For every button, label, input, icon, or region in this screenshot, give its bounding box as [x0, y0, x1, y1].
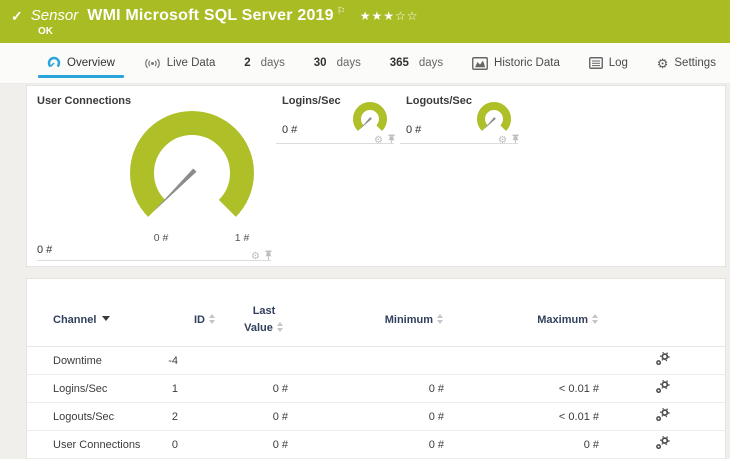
table-row-logouts-sec: Logouts/Sec 2 0 # 0 # < 0.01 #: [27, 403, 725, 431]
col-header-channel[interactable]: Channel: [53, 314, 168, 326]
tab-settings[interactable]: ⚙ Settings: [657, 43, 716, 83]
sort-icon: [592, 313, 599, 324]
channel-last-value: 0 #: [272, 438, 288, 451]
channel-maximum: 0 #: [583, 438, 599, 451]
primary-gauge-divider: [37, 260, 271, 261]
tab-overview[interactable]: Overview: [38, 43, 124, 83]
sensor-title: WMI Microsoft SQL Server 2019: [87, 7, 334, 24]
channel-settings-icon[interactable]: [599, 351, 725, 369]
tab-30-days[interactable]: 30 days: [314, 43, 361, 83]
gauges-panel: User Connections 0 # 1 # 0 # ⚙ Logins/Se…: [26, 85, 726, 267]
primary-gauge-title: User Connections: [37, 95, 132, 107]
logins-gauge-tools: ⚙: [374, 132, 396, 150]
col-header-minimum[interactable]: Minimum: [288, 313, 444, 326]
flag-icon[interactable]: ⚐: [337, 6, 346, 17]
object-kind-label: Sensor: [30, 7, 79, 24]
tab-365-days-number: 365: [389, 57, 409, 69]
sensor-tab-bar: Overview Live Data 2 days 30 days 365 da…: [0, 43, 730, 84]
gauge-icon: [47, 56, 61, 70]
channel-minimum: 0 #: [428, 438, 444, 451]
primary-gauge-max-label: 1 #: [234, 232, 250, 244]
primary-gauge-min-label: 0 #: [153, 232, 169, 244]
primary-gauge-tools: ⚙: [251, 248, 273, 266]
gear-icon: ⚙: [656, 55, 669, 71]
logouts-gauge-value: 0 #: [406, 124, 422, 136]
channel-name-link[interactable]: Logouts/Sec: [53, 411, 168, 423]
gauge-needle: [153, 168, 197, 212]
tab-log[interactable]: Log: [588, 43, 628, 83]
area-chart-icon: [472, 56, 488, 70]
broadcast-icon: [144, 57, 161, 70]
channel-last-value: 0 #: [272, 382, 288, 395]
channel-settings-icon[interactable]: [599, 407, 725, 425]
sort-icon: [209, 313, 216, 324]
channel-id: 0: [171, 438, 178, 451]
channels-table-header: Channel ID Last Value Minimum Maximum: [27, 279, 725, 347]
logouts-gauge-title: Logouts/Sec: [406, 95, 473, 107]
tab-overview-label: Overview: [67, 57, 115, 69]
logins-gauge-value: 0 #: [282, 124, 298, 136]
col-header-last-value[interactable]: Last Value: [216, 303, 288, 336]
channel-settings-icon[interactable]: [599, 435, 725, 453]
channels-table-panel: Channel ID Last Value Minimum Maximum Do…: [26, 278, 726, 459]
channel-id: -4: [168, 354, 178, 367]
tab-365-days[interactable]: 365 days: [390, 43, 443, 83]
stars-filled[interactable]: ★★★: [360, 9, 395, 23]
channel-minimum: 0 #: [428, 410, 444, 423]
tab-live-data[interactable]: Live Data: [144, 43, 216, 83]
log-list-icon: [588, 57, 603, 69]
tab-log-label: Log: [608, 57, 628, 69]
channel-name-link[interactable]: Logins/Sec: [53, 383, 168, 395]
pin-icon[interactable]: [511, 132, 520, 150]
pin-icon[interactable]: [264, 248, 273, 266]
channel-settings-icon[interactable]: [599, 379, 725, 397]
sensor-status-header: ✓ Sensor WMI Microsoft SQL Server 2019 ⚐…: [0, 0, 730, 43]
sensor-status-badge: OK: [38, 26, 53, 37]
channel-id: 2: [171, 410, 178, 423]
channel-name-link[interactable]: Downtime: [53, 355, 168, 367]
sort-icon: [276, 321, 284, 332]
col-header-id[interactable]: ID: [168, 313, 216, 326]
tab-settings-label: Settings: [674, 57, 716, 69]
tab-365-days-unit: days: [418, 57, 444, 69]
tab-30-days-unit: days: [336, 57, 361, 69]
tab-historic-data[interactable]: Historic Data: [472, 43, 560, 83]
gauge-settings-icon[interactable]: ⚙: [374, 136, 383, 146]
pin-icon[interactable]: [387, 132, 396, 150]
tab-2-days-unit: days: [260, 57, 285, 69]
sort-desc-icon: [102, 315, 111, 321]
tab-30-days-number: 30: [313, 57, 327, 69]
tab-2-days-number: 2: [244, 57, 251, 69]
primary-gauge-value: 0 #: [37, 244, 53, 256]
logouts-gauge-tools: ⚙: [498, 132, 520, 150]
ok-check-icon: ✓: [11, 8, 23, 24]
channel-minimum: 0 #: [428, 382, 444, 395]
sort-icon: [437, 313, 444, 324]
user-connections-gauge[interactable]: [122, 103, 262, 243]
table-row-user-connections: User Connections 0 0 # 0 # 0 #: [27, 431, 725, 459]
tab-historic-data-label: Historic Data: [494, 57, 560, 69]
channel-id: 1: [171, 382, 178, 395]
table-row-logins-sec: Logins/Sec 1 0 # 0 # < 0.01 #: [27, 375, 725, 403]
table-row-downtime: Downtime -4: [27, 347, 725, 375]
logins-gauge-divider: [276, 143, 394, 144]
sensor-header-line: ✓ Sensor WMI Microsoft SQL Server 2019 ⚐…: [0, 0, 730, 25]
channel-last-value: 0 #: [272, 410, 288, 423]
channel-name-link[interactable]: User Connections: [53, 439, 168, 451]
col-header-maximum[interactable]: Maximum: [444, 313, 599, 326]
priority-stars[interactable]: ★★★☆☆: [360, 9, 419, 23]
channel-maximum: < 0.01 #: [558, 382, 599, 395]
tab-live-data-label: Live Data: [166, 57, 216, 69]
gauge-settings-icon[interactable]: ⚙: [498, 136, 507, 146]
tab-2-days[interactable]: 2 days: [244, 43, 285, 83]
logins-gauge-title: Logins/Sec: [282, 95, 341, 107]
logouts-gauge-divider: [400, 143, 518, 144]
stars-empty[interactable]: ☆☆: [395, 9, 419, 23]
channel-maximum: < 0.01 #: [558, 410, 599, 423]
